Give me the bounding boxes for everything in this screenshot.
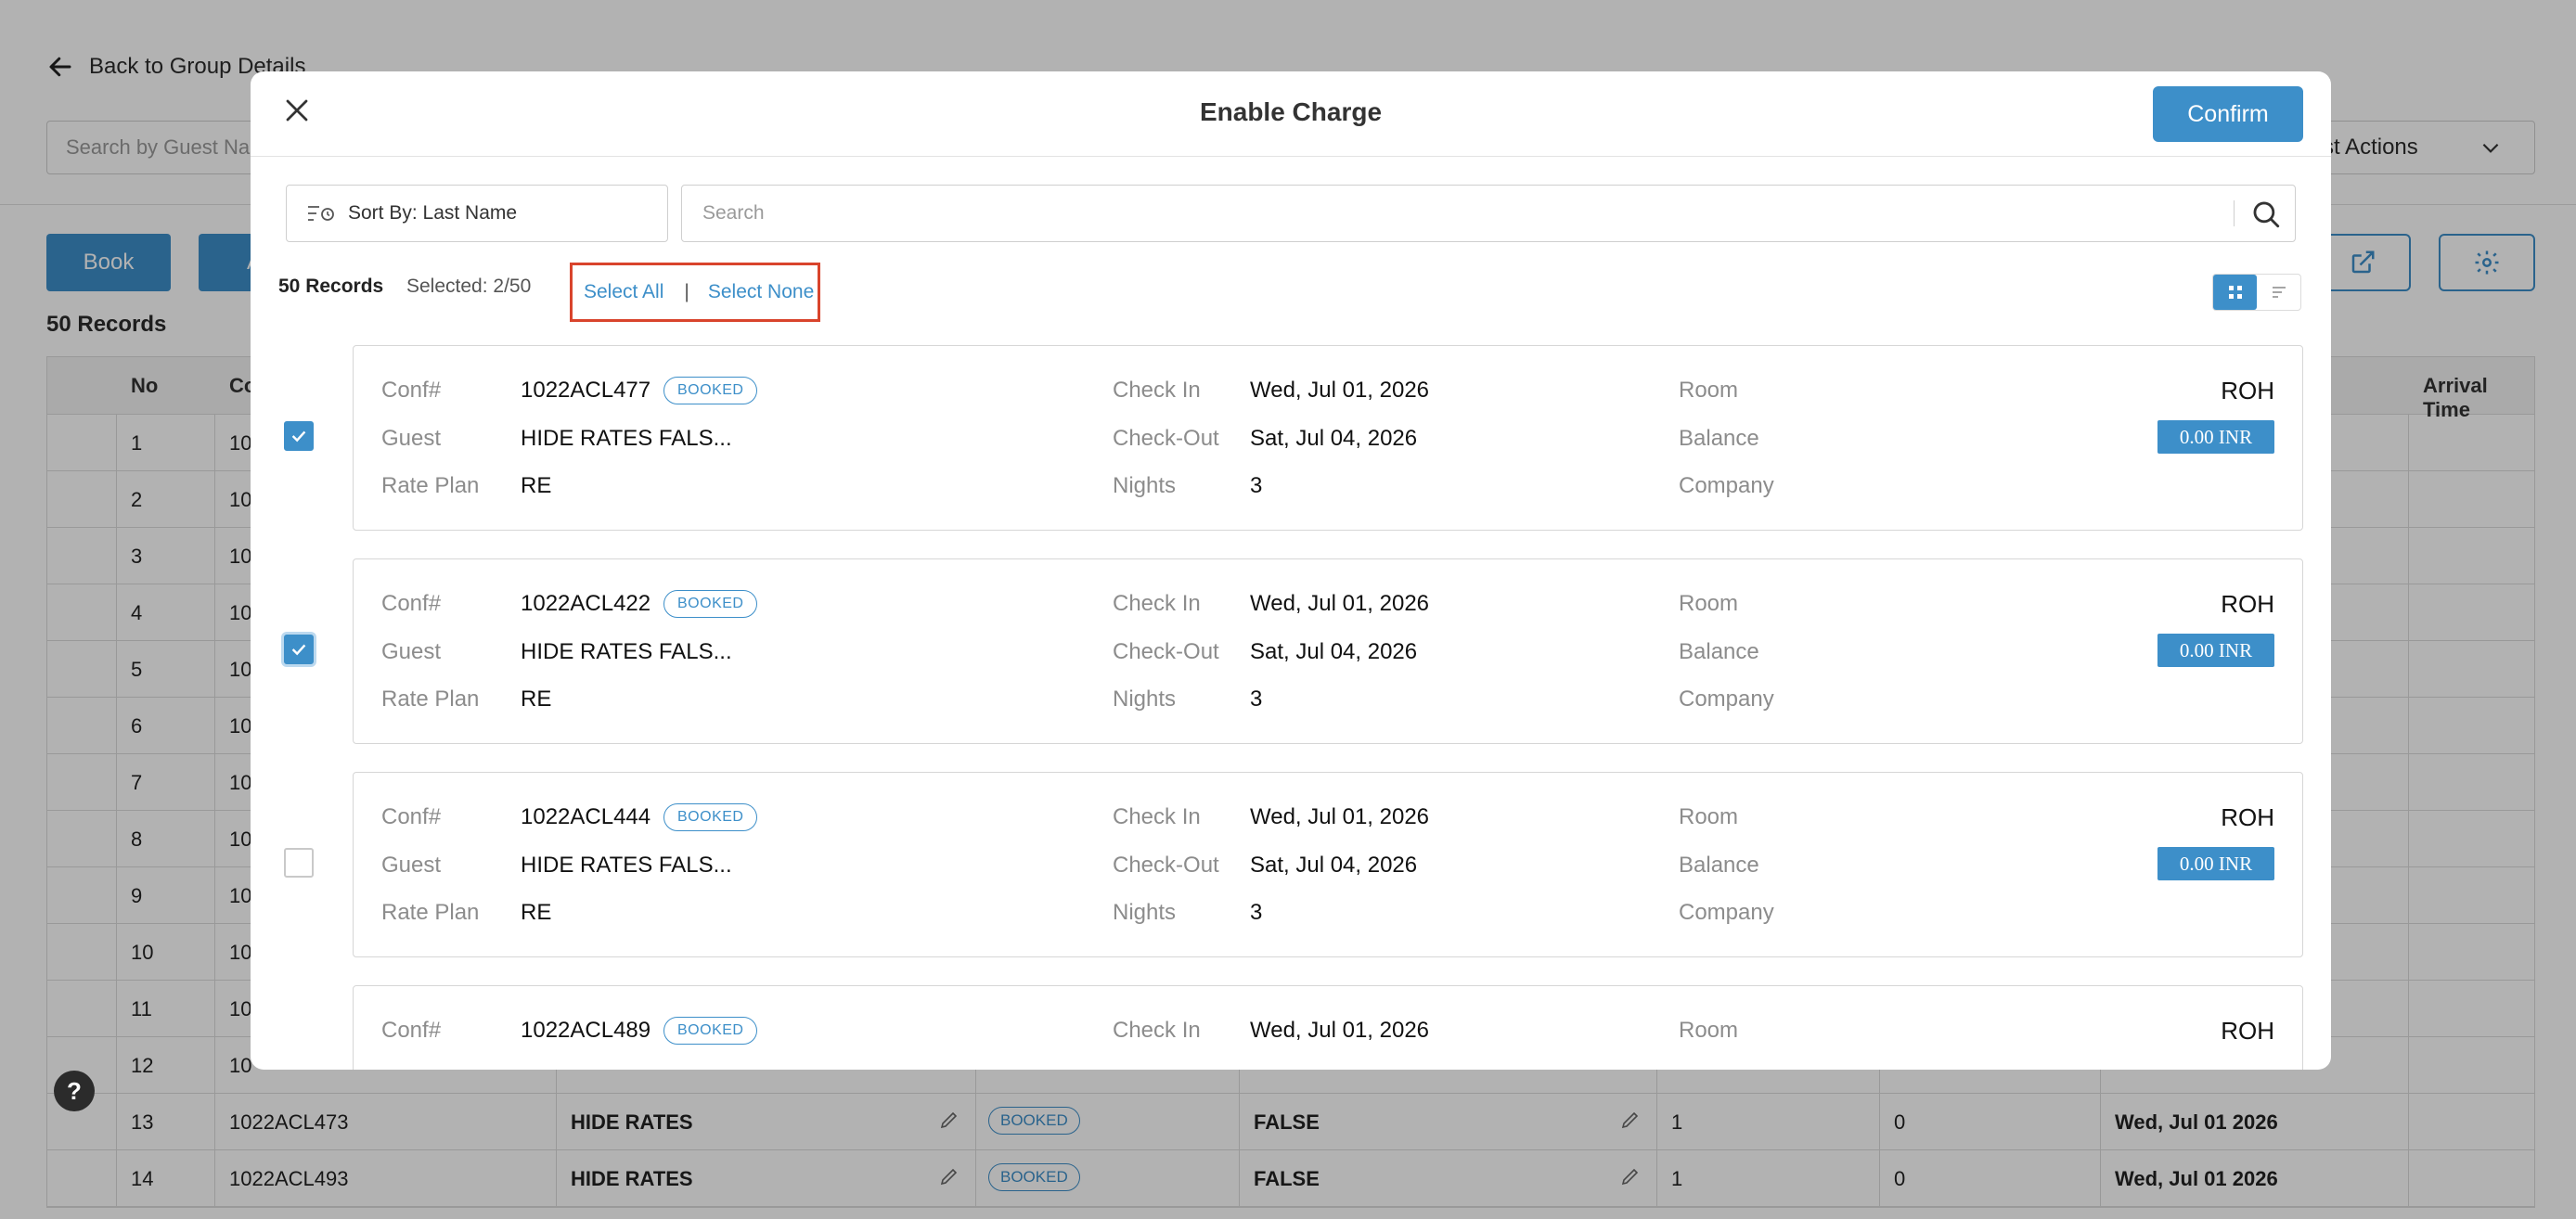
guest-label: Guest	[381, 639, 442, 664]
view-toggle	[2212, 274, 2301, 311]
conf-label: Conf#	[381, 378, 442, 403]
rate-plan-label: Rate Plan	[381, 900, 480, 925]
grid-view-button[interactable]	[2213, 275, 2257, 310]
room-label: Room	[1679, 378, 1739, 403]
nights-value: 3	[1250, 900, 1263, 925]
conf-label: Conf#	[381, 804, 442, 829]
status-badge: BOOKED	[663, 803, 758, 831]
nights-value: 3	[1250, 686, 1263, 712]
room-value: ROH	[2221, 377, 2274, 404]
reservation-card[interactable]: Conf# 1022ACL489 BOOKED Check In Wed, Ju…	[353, 985, 2303, 1070]
row-checkbox[interactable]	[284, 635, 314, 664]
modal-title: Enable Charge	[1199, 97, 1383, 126]
guest-label: Guest	[381, 853, 442, 878]
balance-value: 0.00 INR	[2157, 847, 2274, 880]
balance-label: Balance	[1679, 639, 1759, 664]
reservation-card[interactable]: Conf# 1022ACL477 BOOKED Guest HIDE RATES…	[353, 345, 2303, 531]
rate-plan-label: Rate Plan	[381, 473, 480, 498]
conf-label: Conf#	[381, 1018, 442, 1043]
balance-value: 0.00 INR	[2157, 634, 2274, 667]
check-out-label: Check-Out	[1113, 853, 1219, 878]
selected-count: Selected: 2/50	[406, 276, 532, 297]
sort-dropdown[interactable]: Sort By: Last Name	[286, 185, 668, 242]
company-label: Company	[1679, 686, 1774, 712]
check-in-label: Check In	[1113, 591, 1201, 616]
rate-plan-value: RE	[521, 900, 552, 925]
conf-value: 1022ACL477	[521, 378, 651, 403]
records-count: 50 Records	[278, 276, 384, 297]
search-input[interactable]	[682, 186, 2204, 241]
check-out-value: Sat, Jul 04, 2026	[1250, 853, 1418, 878]
conf-value: 1022ACL444	[521, 804, 651, 829]
confirm-button[interactable]: Confirm	[2153, 86, 2303, 142]
select-all-link[interactable]: Select All	[584, 281, 663, 303]
card-row: Conf# 1022ACL489 BOOKED Check In Wed, Ju…	[251, 985, 2331, 1070]
check-out-label: Check-Out	[1113, 426, 1219, 451]
room-value: ROH	[2221, 1017, 2274, 1045]
guest-value: HIDE RATES FALS...	[521, 639, 732, 664]
rate-plan-label: Rate Plan	[381, 686, 480, 712]
reservation-card[interactable]: Conf# 1022ACL422 BOOKED Guest HIDE RATES…	[353, 558, 2303, 744]
check-in-label: Check In	[1113, 378, 1201, 403]
reservation-card[interactable]: Conf# 1022ACL444 BOOKED Guest HIDE RATES…	[353, 772, 2303, 957]
selection-separator: |	[684, 281, 689, 302]
row-checkbox[interactable]	[284, 421, 314, 451]
balance-label: Balance	[1679, 426, 1759, 451]
check-in-value: Wed, Jul 01, 2026	[1250, 804, 1430, 829]
reservation-card-list: Conf# 1022ACL477 BOOKED Guest HIDE RATES…	[251, 345, 2331, 1070]
check-out-value: Sat, Jul 04, 2026	[1250, 426, 1418, 451]
company-label: Company	[1679, 473, 1774, 498]
check-in-label: Check In	[1113, 804, 1201, 829]
room-label: Room	[1679, 591, 1739, 616]
status-badge: BOOKED	[663, 1017, 758, 1045]
status-badge: BOOKED	[663, 377, 758, 404]
check-in-value: Wed, Jul 01, 2026	[1250, 1018, 1430, 1043]
search-divider	[2234, 200, 2235, 226]
list-icon	[2272, 287, 2286, 298]
room-label: Room	[1679, 1018, 1739, 1043]
card-row: Conf# 1022ACL444 BOOKED Guest HIDE RATES…	[251, 772, 2331, 957]
row-checkbox[interactable]	[284, 848, 314, 878]
conf-value: 1022ACL422	[521, 591, 651, 616]
nights-label: Nights	[1113, 900, 1177, 925]
guest-value: HIDE RATES FALS...	[521, 853, 732, 878]
checkmark-icon	[291, 430, 306, 443]
guest-label: Guest	[381, 426, 442, 451]
check-in-label: Check In	[1113, 1018, 1201, 1043]
search-icon[interactable]	[2250, 199, 2282, 230]
select-none-link[interactable]: Select None	[708, 281, 814, 303]
check-in-value: Wed, Jul 01, 2026	[1250, 591, 1430, 616]
grid-icon	[2228, 286, 2242, 299]
room-value: ROH	[2221, 803, 2274, 831]
balance-value: 0.00 INR	[2157, 420, 2274, 454]
room-value: ROH	[2221, 590, 2274, 618]
nights-label: Nights	[1113, 473, 1177, 498]
check-in-value: Wed, Jul 01, 2026	[1250, 378, 1430, 403]
list-view-button[interactable]	[2257, 275, 2300, 310]
enable-charge-modal: Enable Charge Confirm Sort By: Last Name…	[251, 71, 2331, 1070]
help-button[interactable]: ?	[54, 1071, 95, 1111]
card-row: Conf# 1022ACL477 BOOKED Guest HIDE RATES…	[251, 345, 2331, 531]
company-label: Company	[1679, 900, 1774, 925]
rate-plan-value: RE	[521, 473, 552, 498]
rate-plan-value: RE	[521, 686, 552, 712]
room-label: Room	[1679, 804, 1739, 829]
guest-value: HIDE RATES FALS...	[521, 426, 732, 451]
status-badge: BOOKED	[663, 590, 758, 618]
modal-header: Enable Charge Confirm	[251, 71, 2331, 157]
checkmark-icon	[291, 644, 306, 656]
search-field	[681, 185, 2296, 242]
nights-value: 3	[1250, 473, 1263, 498]
balance-label: Balance	[1679, 853, 1759, 878]
check-out-value: Sat, Jul 04, 2026	[1250, 639, 1418, 664]
conf-label: Conf#	[381, 591, 442, 616]
conf-value: 1022ACL489	[521, 1018, 651, 1043]
sort-label: Sort By: Last Name	[348, 202, 518, 224]
nights-label: Nights	[1113, 686, 1177, 712]
card-row: Conf# 1022ACL422 BOOKED Guest HIDE RATES…	[251, 558, 2331, 744]
sort-clock-icon	[308, 206, 334, 221]
check-out-label: Check-Out	[1113, 639, 1219, 664]
selection-controls: Select All | Select None	[570, 263, 820, 322]
